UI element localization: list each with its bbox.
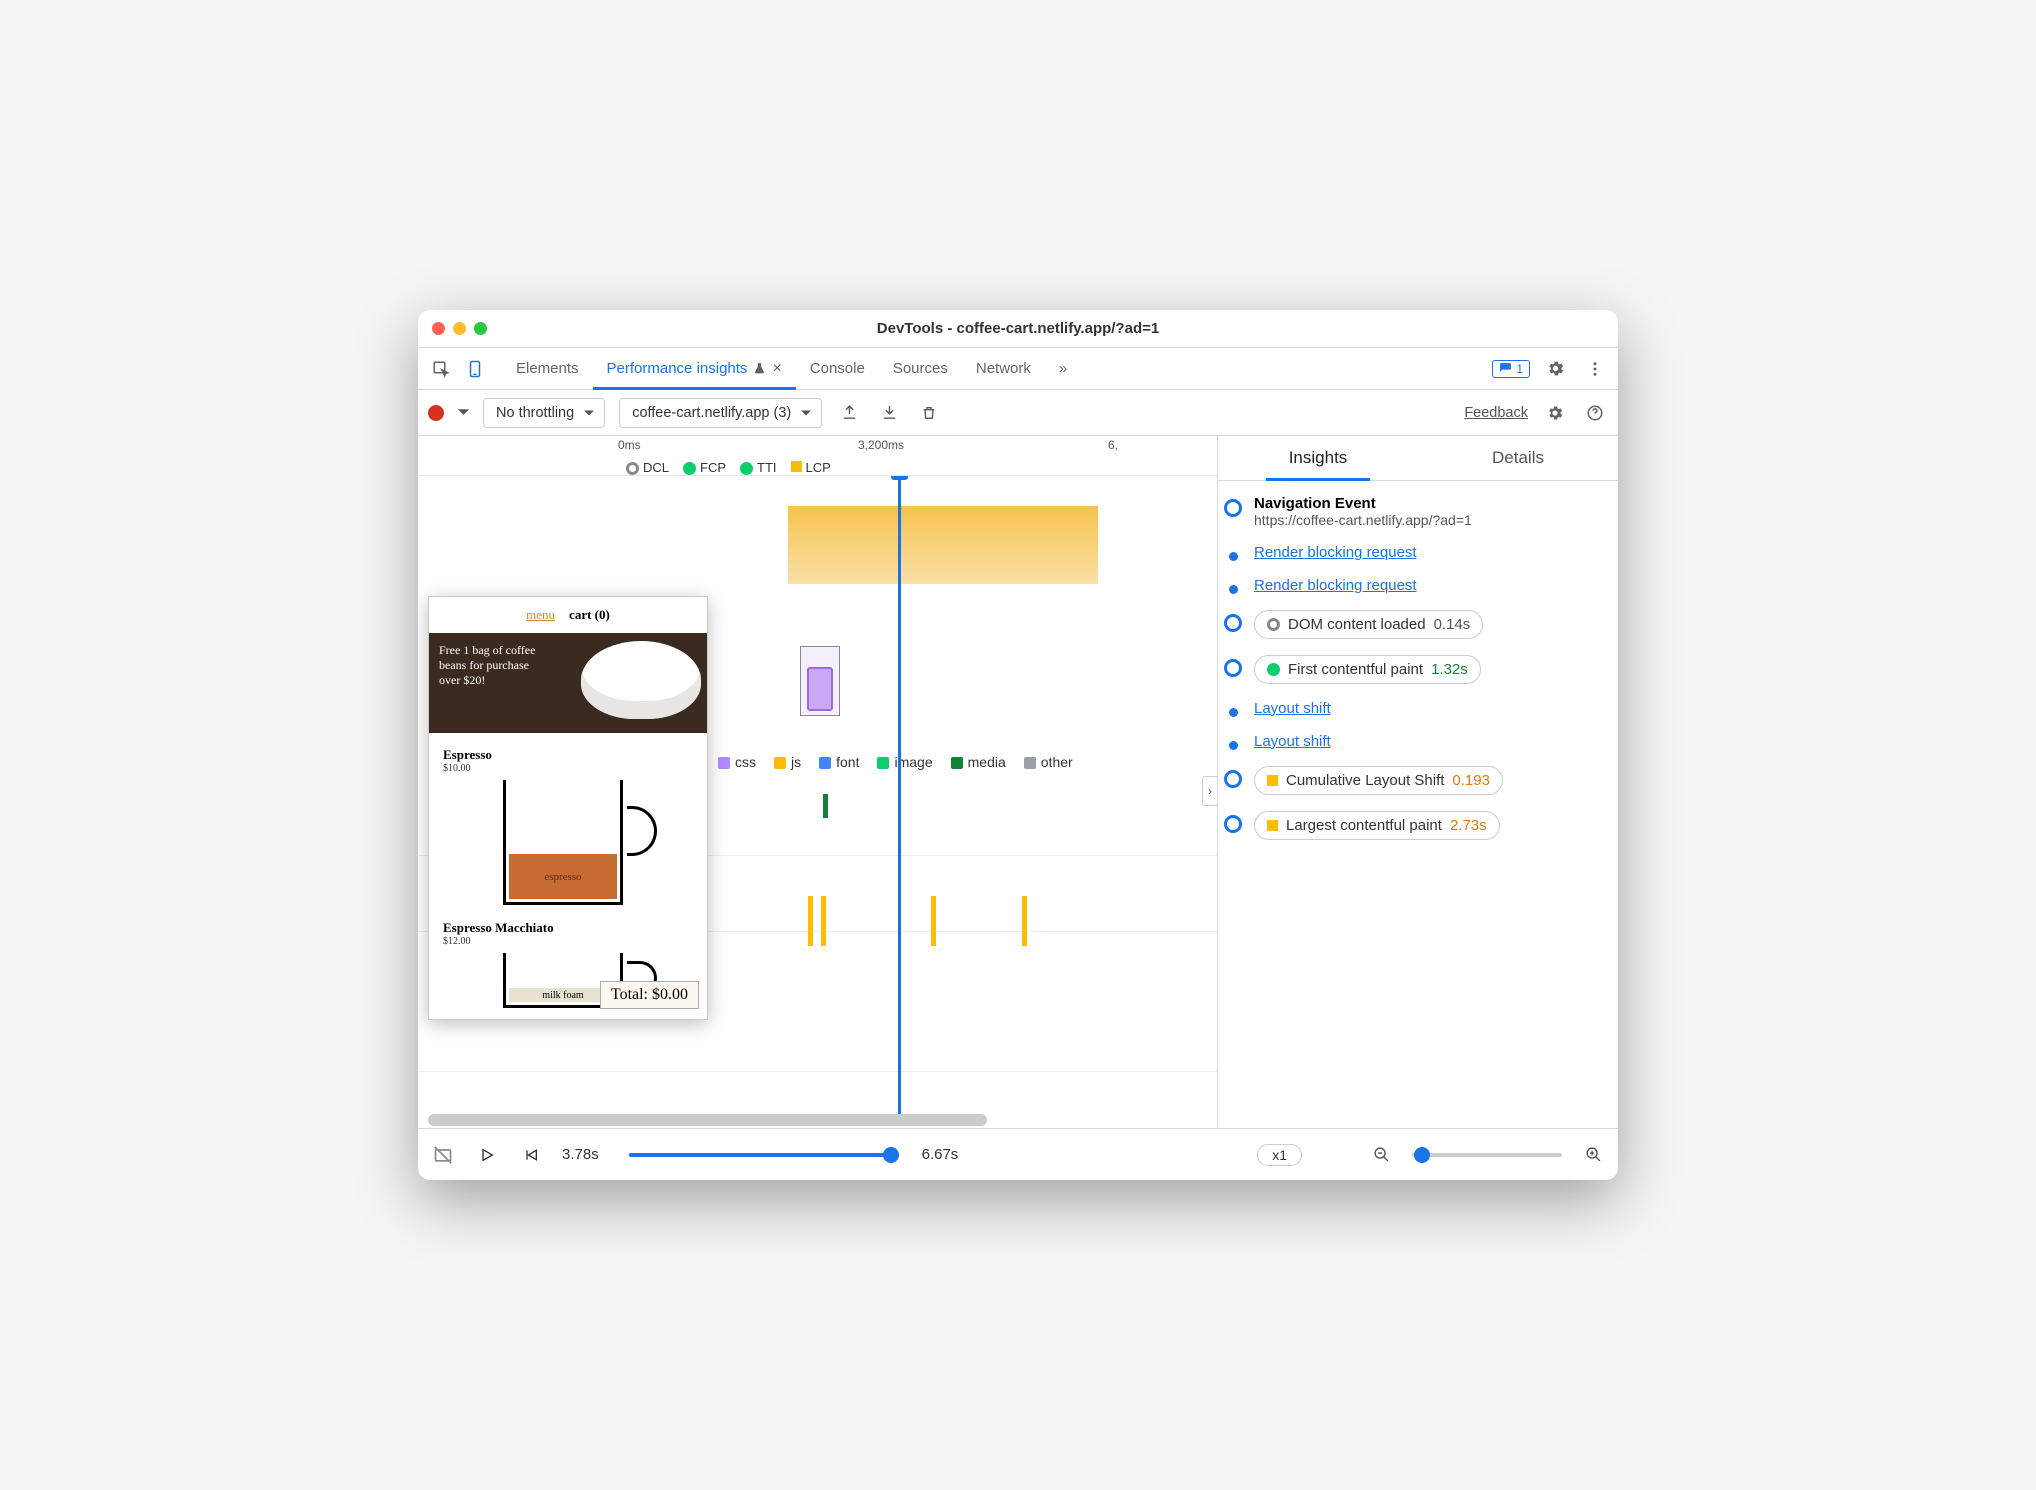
marker-fcp: FCP bbox=[683, 460, 726, 475]
replay-disabled-icon[interactable] bbox=[430, 1142, 456, 1168]
more-tabs-icon[interactable]: » bbox=[1045, 348, 1081, 389]
tab-insights[interactable]: Insights bbox=[1218, 436, 1418, 480]
tab-elements[interactable]: Elements bbox=[502, 348, 593, 389]
tab-details[interactable]: Details bbox=[1418, 436, 1618, 480]
tab-network[interactable]: Network bbox=[962, 348, 1045, 389]
end-time: 6.67s bbox=[922, 1146, 959, 1163]
insight-nav-url: https://coffee-cart.netlify.app/?ad=1 bbox=[1254, 512, 1608, 528]
marker-lcp: LCP bbox=[791, 460, 831, 475]
zoom-in-icon[interactable] bbox=[1580, 1142, 1606, 1168]
time-tick: 0ms bbox=[618, 438, 641, 452]
network-bar[interactable] bbox=[1022, 896, 1027, 946]
playback-footer: 3.78s 6.67s x1 bbox=[418, 1128, 1618, 1180]
insight-layout-shift[interactable]: Layout shift bbox=[1254, 733, 1331, 750]
window-controls bbox=[432, 322, 487, 335]
close-tab-icon[interactable]: × bbox=[772, 360, 781, 378]
thumb-nav-menu: menu bbox=[526, 607, 555, 623]
playback-speed[interactable]: x1 bbox=[1257, 1144, 1302, 1166]
record-button[interactable] bbox=[428, 405, 444, 421]
current-time: 3.78s bbox=[562, 1146, 599, 1163]
panel-settings-icon[interactable] bbox=[1542, 400, 1568, 426]
tab-console[interactable]: Console bbox=[796, 348, 879, 389]
import-icon[interactable] bbox=[876, 400, 902, 426]
kebab-menu-icon[interactable] bbox=[1580, 354, 1610, 384]
thumb-product: Espresso $10.00 espresso bbox=[429, 733, 707, 916]
delete-icon[interactable] bbox=[916, 400, 942, 426]
rewind-icon[interactable] bbox=[518, 1142, 544, 1168]
thumb-total: Total: $0.00 bbox=[600, 981, 699, 1009]
window-title: DevTools - coffee-cart.netlify.app/?ad=1 bbox=[418, 320, 1618, 337]
metric-cls[interactable]: Cumulative Layout Shift 0.193 bbox=[1254, 766, 1503, 795]
playhead[interactable] bbox=[898, 476, 901, 1114]
time-ruler[interactable]: 0ms 3,200ms 6, DCL FCP TTI LCP bbox=[418, 436, 1217, 476]
time-tick: 6, bbox=[1108, 438, 1118, 452]
tab-sources[interactable]: Sources bbox=[879, 348, 962, 389]
device-toggle-icon[interactable] bbox=[460, 354, 490, 384]
throttling-select[interactable]: No throttling bbox=[483, 398, 605, 428]
metric-dcl[interactable]: DOM content loaded 0.14s bbox=[1254, 610, 1483, 639]
maximize-window-icon[interactable] bbox=[474, 322, 487, 335]
titlebar: DevTools - coffee-cart.netlify.app/?ad=1 bbox=[418, 310, 1618, 348]
timeline-pane: 0ms 3,200ms 6, DCL FCP TTI LCP css bbox=[418, 436, 1218, 1128]
marker-dcl: DCL bbox=[626, 460, 669, 475]
help-icon[interactable] bbox=[1582, 400, 1608, 426]
inspect-icon[interactable] bbox=[426, 354, 456, 384]
metric-fcp[interactable]: First contentful paint 1.32s bbox=[1254, 655, 1481, 684]
zoom-out-icon[interactable] bbox=[1368, 1142, 1394, 1168]
network-bar[interactable] bbox=[808, 896, 813, 946]
timeline-tracks[interactable]: css js font image media other › bbox=[418, 476, 1217, 1114]
network-bar[interactable] bbox=[931, 896, 936, 946]
record-dropdown-icon[interactable] bbox=[458, 407, 469, 418]
insight-render-blocking[interactable]: Render blocking request bbox=[1254, 577, 1417, 594]
insight-render-blocking[interactable]: Render blocking request bbox=[1254, 544, 1417, 561]
insight-layout-shift[interactable]: Layout shift bbox=[1254, 700, 1331, 717]
minimize-window-icon[interactable] bbox=[453, 322, 466, 335]
zoom-slider[interactable] bbox=[1412, 1153, 1562, 1157]
expand-sidepanel-icon[interactable]: › bbox=[1202, 776, 1217, 806]
settings-gear-icon[interactable] bbox=[1540, 354, 1570, 384]
marker-tti: TTI bbox=[740, 460, 777, 475]
flask-icon bbox=[753, 362, 766, 375]
time-slider[interactable] bbox=[629, 1153, 892, 1157]
network-bar[interactable] bbox=[821, 896, 826, 946]
page-screenshot: menu cart (0) Free 1 bag of coffee beans… bbox=[428, 596, 708, 1020]
insights-sidepanel: Insights Details Navigation Event https:… bbox=[1218, 436, 1618, 1128]
panel-tabs: Elements Performance insights × Console … bbox=[418, 348, 1618, 390]
resource-legend: css js font image media other bbox=[718, 754, 1073, 770]
recording-select[interactable]: coffee-cart.netlify.app (3) bbox=[619, 398, 822, 428]
insight-nav-title: Navigation Event bbox=[1254, 495, 1608, 512]
feedback-link[interactable]: Feedback bbox=[1464, 405, 1528, 421]
export-icon[interactable] bbox=[836, 400, 862, 426]
thumb-hero: Free 1 bag of coffee beans for purchase … bbox=[429, 633, 707, 733]
issues-badge[interactable]: 1 bbox=[1492, 360, 1530, 378]
network-bar[interactable] bbox=[823, 794, 828, 818]
insights-toolbar: No throttling coffee-cart.netlify.app (3… bbox=[418, 390, 1618, 436]
metric-lcp[interactable]: Largest contentful paint 2.73s bbox=[1254, 811, 1500, 840]
horizontal-scrollbar[interactable] bbox=[428, 1114, 987, 1126]
thumb-nav-cart: cart (0) bbox=[569, 607, 610, 623]
tab-performance-insights[interactable]: Performance insights × bbox=[593, 348, 796, 389]
screenshot-thumb[interactable] bbox=[800, 646, 840, 716]
time-tick: 3,200ms bbox=[858, 438, 904, 452]
play-icon[interactable] bbox=[474, 1142, 500, 1168]
close-window-icon[interactable] bbox=[432, 322, 445, 335]
long-task-block[interactable] bbox=[788, 506, 1098, 584]
